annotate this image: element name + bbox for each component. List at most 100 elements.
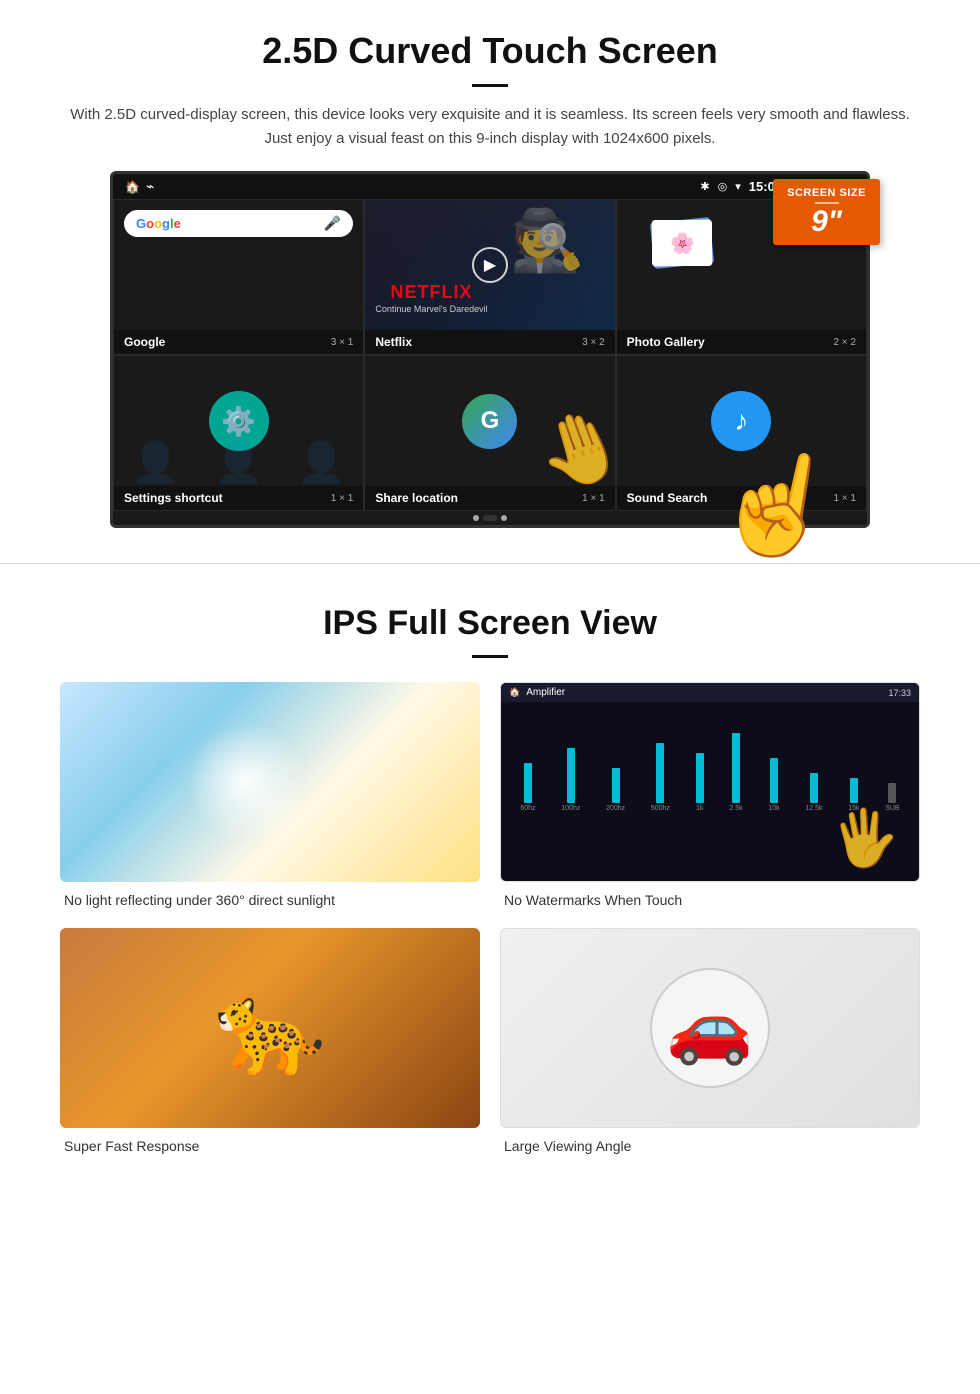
dot-3: [501, 515, 507, 521]
netflix-subtitle: Continue Marvel's Daredevil: [375, 304, 487, 314]
eq-home-icon: 🏠: [509, 687, 520, 698]
car-visual: 🚗: [650, 968, 770, 1088]
equalizer-caption: No Watermarks When Touch: [500, 892, 920, 908]
share-label: Share location 1 × 1: [365, 486, 614, 510]
cheetah-emoji: 🐆: [214, 976, 326, 1081]
eq-bar-100hz: 100hz: [561, 748, 580, 812]
badge-size: 9": [787, 207, 866, 237]
section-divider: [0, 563, 980, 564]
sunlight-image: [60, 682, 480, 882]
eq-header: 🏠 Amplifier 17:33: [501, 683, 919, 702]
app-cell-google[interactable]: Google 🎤 Google 3 × 1: [113, 199, 364, 355]
gallery-stack: 🌸: [642, 208, 722, 278]
sound-label: Sound Search 1 × 1: [617, 486, 866, 510]
dot-2-active: [483, 515, 497, 521]
device-screen: 🏠 ⌁ ✱ ◎ ▾ 15:06 ⊡ ◁) ⊠ ▭: [110, 171, 870, 528]
eq-bar: [888, 783, 896, 803]
netflix-logo-area: NETFLIX Continue Marvel's Daredevil: [375, 282, 487, 314]
eq-bar: [567, 748, 575, 803]
feature-cheetah: 🐆 Super Fast Response: [60, 928, 480, 1154]
feature-car: 🚗 Large Viewing Angle: [500, 928, 920, 1154]
eq-bar-2-5k: 2.5k: [729, 733, 742, 812]
hand-touch-icon: 🤚: [526, 397, 615, 486]
title-divider: [472, 84, 508, 87]
sound-search-icon: ♪: [711, 391, 771, 451]
app-grid-bottom: 👤👤👤 ⚙️ Settings shortcut 1 × 1 G: [113, 355, 867, 511]
badge-divider: [815, 202, 839, 204]
eq-label-10k: 10k: [768, 805, 779, 812]
eq-bar: [770, 758, 778, 803]
google-logo: Google: [136, 216, 181, 231]
google-label: Google 3 × 1: [114, 330, 363, 354]
stack-card-3: 🌸: [652, 220, 712, 266]
home-icon: 🏠: [125, 180, 140, 194]
app-cell-settings[interactable]: 👤👤👤 ⚙️ Settings shortcut 1 × 1: [113, 355, 364, 511]
gallery-label: Photo Gallery 2 × 2: [617, 330, 866, 354]
app-grid-top: Google 🎤 Google 3 × 1: [113, 199, 867, 355]
section1-title: 2.5D Curved Touch Screen: [60, 30, 920, 72]
app-cell-netflix[interactable]: 🕵️ ▶ NETFLIX Continue Marvel's Daredevil…: [364, 199, 615, 355]
eq-bars: 60hz 100hz 200hz 500hz: [501, 702, 919, 822]
google-mic-icon[interactable]: 🎤: [324, 215, 341, 232]
eq-label-200hz: 200hz: [606, 805, 625, 812]
eq-bar-200hz: 200hz: [606, 768, 625, 812]
eq-bar-500hz: 500hz: [651, 743, 670, 812]
section-curved-screen: 2.5D Curved Touch Screen With 2.5D curve…: [0, 0, 980, 553]
netflix-content: 🕵️ ▶ NETFLIX Continue Marvel's Daredevil: [365, 200, 614, 330]
eq-bar: [656, 743, 664, 803]
netflix-brand: NETFLIX: [375, 282, 487, 303]
device-mockup: 🏠 ⌁ ✱ ◎ ▾ 15:06 ⊡ ◁) ⊠ ▭: [110, 171, 870, 528]
section-ips-view: IPS Full Screen View No light reflecting…: [0, 574, 980, 1174]
eq-hand-icon: 🖐️: [828, 803, 902, 874]
pagination-dots: [113, 511, 867, 525]
sunlight-caption: No light reflecting under 360° direct su…: [60, 892, 480, 908]
eq-bar-60hz: 60hz: [520, 763, 535, 812]
features-grid: No light reflecting under 360° direct su…: [60, 682, 920, 1154]
netflix-play-button[interactable]: ▶: [472, 247, 508, 283]
car-top-view-icon: 🚗: [666, 987, 753, 1069]
eq-bar: [850, 778, 858, 803]
google-search-bar[interactable]: Google 🎤: [124, 210, 353, 237]
app-cell-share[interactable]: G 🤚 Share location 1 × 1: [364, 355, 615, 511]
eq-bar-1k: 1k: [696, 753, 704, 812]
status-bar: 🏠 ⌁ ✱ ◎ ▾ 15:06 ⊡ ◁) ⊠ ▭: [113, 174, 867, 199]
eq-screen: 🏠 Amplifier 17:33 60hz 100hz: [501, 683, 919, 881]
eq-bar: [732, 733, 740, 803]
eq-bar: [524, 763, 532, 803]
eq-label-2-5k: 2.5k: [729, 805, 742, 812]
screen-size-badge: Screen Size 9": [773, 179, 880, 245]
eq-bar-10k: 10k: [768, 758, 779, 812]
sound-content: ♪: [617, 356, 866, 486]
eq-label-100hz: 100hz: [561, 805, 580, 812]
sunlight-glare: [186, 722, 306, 842]
car-caption: Large Viewing Angle: [500, 1138, 920, 1154]
bluetooth-icon: ✱: [700, 180, 709, 193]
settings-label: Settings shortcut 1 × 1: [114, 486, 363, 510]
wifi-icon: ▾: [735, 180, 741, 193]
eq-bar: [612, 768, 620, 803]
eq-title: Amplifier: [526, 687, 565, 698]
feature-sunlight: No light reflecting under 360° direct su…: [60, 682, 480, 908]
share-content: G 🤚: [365, 356, 614, 486]
dot-1: [473, 515, 479, 521]
eq-bar: [696, 753, 704, 803]
car-image: 🚗: [500, 928, 920, 1128]
eq-bar: [810, 773, 818, 803]
eq-label-1k: 1k: [696, 805, 703, 812]
share-location-icon: G: [462, 394, 517, 449]
section2-title: IPS Full Screen View: [60, 604, 920, 643]
eq-label-60hz: 60hz: [520, 805, 535, 812]
eq-label-500hz: 500hz: [651, 805, 670, 812]
feature-equalizer: 🏠 Amplifier 17:33 60hz 100hz: [500, 682, 920, 908]
cheetah-caption: Super Fast Response: [60, 1138, 480, 1154]
equalizer-image: 🏠 Amplifier 17:33 60hz 100hz: [500, 682, 920, 882]
eq-time: 17:33: [888, 688, 911, 698]
settings-people-bg: 👤👤👤: [114, 439, 363, 486]
section2-divider: [472, 655, 508, 658]
app-cell-sound[interactable]: ♪ Sound Search 1 × 1: [616, 355, 867, 511]
google-content: Google 🎤: [114, 200, 363, 330]
netflix-label: Netflix 3 × 2: [365, 330, 614, 354]
cheetah-image: 🐆: [60, 928, 480, 1128]
badge-label: Screen Size: [787, 187, 866, 199]
eq-label-12-5k: 12.5k: [805, 805, 822, 812]
